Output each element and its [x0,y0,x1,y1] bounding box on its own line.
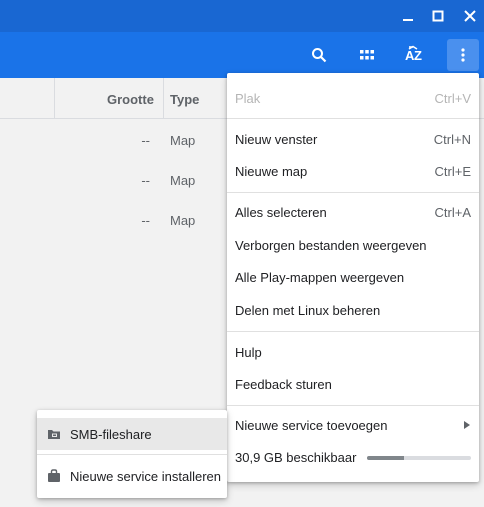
menu-divider [227,118,479,119]
menu-item-label: Alles selecteren [235,205,327,220]
menu-item-shortcut: Ctrl+E [434,164,471,179]
close-button[interactable] [459,6,481,26]
add-service-submenu: SMB-fileshare Nieuwe service installeren [37,410,227,498]
menu-divider [37,454,227,455]
submenu-arrow-icon [464,421,470,429]
menu-item-shortcut: Ctrl+N [433,132,471,147]
toolbar: A Z [0,32,484,78]
maximize-button[interactable] [427,6,449,26]
menu-item-new-window[interactable]: Nieuw venster Ctrl+N [227,123,479,155]
menu-item-storage: 30,9 GB beschikbaar [227,441,479,473]
network-folder-icon [48,430,60,439]
menu-divider [227,192,479,193]
column-type-header[interactable]: Type [170,92,199,107]
more-options-menu: Plak Ctrl+V Nieuw venster Ctrl+N Nieuwe … [227,73,479,482]
storage-usage-bar [367,456,471,460]
file-type: Map [170,133,196,148]
sort-az-icon: A Z [405,45,422,63]
search-icon [312,48,327,63]
menu-item-show-play-folders[interactable]: Alle Play-mappen weergeven [227,261,479,293]
search-button[interactable] [303,39,335,71]
grid-view-button[interactable] [351,39,383,71]
column-divider[interactable] [54,78,55,118]
menu-item-label: Feedback sturen [235,377,332,392]
menu-item-label: SMB-fileshare [70,427,152,442]
maximize-icon [432,10,444,22]
window-titlebar [0,0,484,32]
menu-item-label: Alle Play-mappen weergeven [235,270,405,285]
sort-button[interactable]: A Z [399,39,431,71]
close-icon [464,10,476,22]
storage-usage-fill [367,456,405,460]
menu-item-paste[interactable]: Plak Ctrl+V [227,82,479,114]
menu-item-new-folder[interactable]: Nieuwe map Ctrl+E [227,155,479,187]
menu-item-manage-linux-sharing[interactable]: Delen met Linux beheren [227,294,479,326]
menu-item-label: Delen met Linux beheren [235,303,381,318]
shopping-bag-icon [48,469,60,482]
file-size: -- [141,213,150,228]
menu-item-label: Nieuwe service toevoegen [235,418,388,433]
menu-item-send-feedback[interactable]: Feedback sturen [227,368,479,400]
file-size: -- [141,173,150,188]
menu-item-label: Hulp [235,345,262,360]
minimize-icon [403,19,413,21]
more-vert-icon [461,48,465,62]
submenu-item-install-service[interactable]: Nieuwe service installeren [37,460,227,492]
file-type: Map [170,173,196,188]
menu-item-select-all[interactable]: Alles selecteren Ctrl+A [227,196,479,228]
more-options-button[interactable] [447,39,479,71]
file-size: -- [141,133,150,148]
menu-item-label: Verborgen bestanden weergeven [235,238,427,253]
menu-item-shortcut: Ctrl+V [434,91,471,106]
menu-item-label: Nieuw venster [235,132,318,147]
menu-item-shortcut: Ctrl+A [434,205,471,220]
menu-item-show-hidden-files[interactable]: Verborgen bestanden weergeven [227,229,479,261]
menu-item-label: Nieuwe map [235,164,308,179]
menu-item-label: Plak [235,91,261,106]
menu-divider [227,331,479,332]
storage-available-label: 30,9 GB beschikbaar [235,450,357,465]
svg-text:Z: Z [414,48,422,63]
submenu-item-smb-fileshare[interactable]: SMB-fileshare [37,418,227,450]
menu-divider [227,405,479,406]
column-size-header[interactable]: Grootte [107,92,154,107]
minimize-button[interactable] [397,6,419,26]
menu-item-help[interactable]: Hulp [227,336,479,368]
file-type: Map [170,213,196,228]
column-divider[interactable] [163,78,164,118]
menu-item-label: Nieuwe service installeren [70,469,222,484]
grid-view-icon [360,50,374,60]
menu-item-add-new-service[interactable]: Nieuwe service toevoegen [227,409,479,441]
